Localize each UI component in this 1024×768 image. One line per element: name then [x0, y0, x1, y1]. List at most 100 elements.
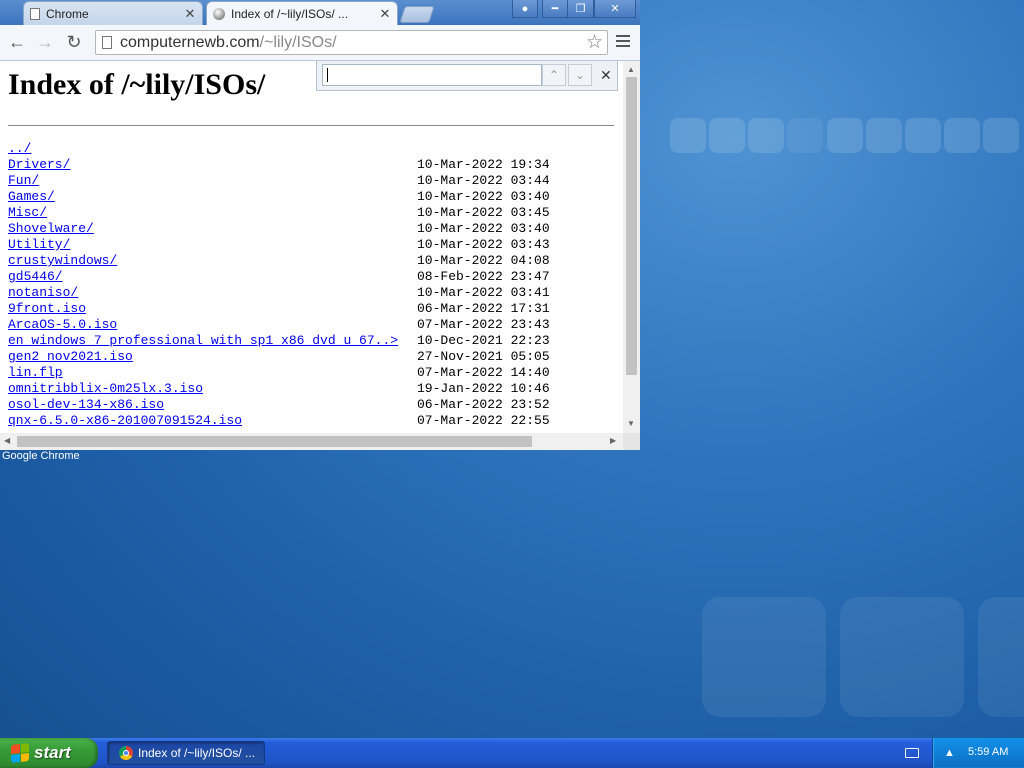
file-link[interactable]: omnitribblix-0m25lx.3.iso — [8, 381, 203, 397]
clock: 5:59 AM — [968, 746, 1009, 758]
page-icon — [30, 7, 40, 20]
file-date: 10-Mar-2022 03:40 — [417, 221, 550, 236]
file-link[interactable]: Drivers/ — [8, 157, 70, 173]
text-caret — [327, 68, 328, 82]
close-window-button[interactable]: ✕ — [594, 0, 636, 18]
file-link[interactable]: lin.flp — [8, 365, 63, 381]
tab-index[interactable]: Index of /~lily/ISOs/ ... ✕ — [206, 1, 398, 25]
forward-icon: → — [36, 32, 54, 52]
file-date: 10-Mar-2022 19:34 — [417, 157, 550, 172]
url-text: computernewb.com/~lily/ISOs/ — [120, 34, 337, 52]
back-icon: ← — [8, 32, 26, 52]
keyboard-icon[interactable] — [905, 748, 919, 758]
profile-button[interactable]: ● — [512, 0, 538, 18]
divider — [8, 125, 614, 126]
close-icon: ✕ — [610, 3, 620, 15]
find-bar: ⌃ ⌄ ✕ — [316, 61, 618, 91]
page-icon — [102, 36, 112, 49]
file-link[interactable]: 9front.iso — [8, 301, 86, 317]
file-date: 10-Dec-2021 22:23 — [417, 333, 550, 348]
file-link[interactable]: gd5446/ — [8, 269, 63, 285]
file-date: 06-Mar-2022 17:31 — [417, 301, 550, 316]
taskbar-item-label: Index of /~lily/ISOs/ ... — [138, 746, 256, 760]
page-title: Index of /~lily/ISOs/ — [8, 68, 266, 101]
file-link[interactable]: en_windows_7_professional_with_sp1_x86_d… — [8, 333, 398, 349]
tab-chrome[interactable]: Chrome ✕ — [23, 1, 203, 25]
taskbar-item-chrome[interactable]: Index of /~lily/ISOs/ ... — [107, 741, 265, 765]
file-date: 19-Jan-2022 10:46 — [417, 381, 550, 396]
find-previous-button[interactable]: ⌃ — [542, 64, 566, 86]
file-link[interactable]: crustywindows/ — [8, 253, 117, 269]
file-date: 10-Mar-2022 03:45 — [417, 205, 550, 220]
close-find-icon[interactable]: ✕ — [600, 67, 612, 84]
system-tray: ▲ 5:59 AM — [932, 738, 1024, 768]
window-label: Google Chrome — [2, 450, 80, 462]
reload-button[interactable]: ↻ — [63, 31, 85, 53]
chevron-down-icon: ⌄ — [574, 68, 586, 82]
file-date: 07-Mar-2022 23:43 — [417, 317, 550, 332]
file-date: 10-Mar-2022 03:44 — [417, 173, 550, 188]
close-tab-icon[interactable]: ✕ — [184, 6, 196, 22]
file-link[interactable]: osol-dev-134-x86.iso — [8, 397, 164, 413]
file-date: 07-Mar-2022 14:40 — [417, 365, 550, 380]
horizontal-scroll-thumb[interactable] — [17, 436, 532, 447]
scroll-up-icon[interactable]: ▲ — [627, 65, 635, 74]
taskbar: start Index of /~lily/ISOs/ ... ▲ 5:59 A… — [0, 738, 1024, 768]
file-date: 06-Mar-2022 23:52 — [417, 397, 550, 412]
globe-icon — [213, 7, 225, 20]
minimize-icon: ━ — [551, 3, 559, 15]
find-input[interactable] — [322, 64, 542, 86]
file-link[interactable]: notaniso/ — [8, 285, 78, 301]
file-link[interactable]: Fun/ — [8, 173, 39, 189]
user-icon: ● — [521, 2, 529, 15]
address-bar[interactable]: computernewb.com/~lily/ISOs/ ☆ — [95, 30, 608, 55]
find-next-button[interactable]: ⌄ — [568, 64, 592, 86]
url-host: computernewb.com — [120, 34, 260, 51]
network-icon[interactable]: ▲ — [944, 747, 956, 759]
file-date: 10-Mar-2022 03:43 — [417, 237, 550, 252]
toolbar: ← → ↻ computernewb.com/~lily/ISOs/ ☆ — [0, 25, 640, 61]
file-link[interactable]: ../ — [8, 141, 31, 157]
file-date: 07-Mar-2022 22:55 — [417, 413, 550, 428]
url-path: /~lily/ISOs/ — [259, 34, 337, 51]
file-link[interactable]: Games/ — [8, 189, 55, 205]
chrome-window: Chrome ✕ Index of /~lily/ISOs/ ... ✕ ● ━… — [0, 0, 640, 450]
page-content: Index of /~lily/ISOs/ ../Drivers/10-Mar-… — [0, 61, 623, 433]
scroll-down-icon[interactable]: ▼ — [627, 419, 635, 428]
vertical-scrollbar[interactable]: ▲ ▼ — [623, 61, 640, 433]
horizontal-scrollbar[interactable]: ◀ ▶ — [0, 433, 623, 450]
reload-icon: ↻ — [66, 32, 82, 52]
forward-button[interactable]: → — [34, 31, 56, 53]
menu-icon[interactable] — [616, 35, 630, 50]
maximize-button[interactable]: ❐ — [567, 0, 594, 18]
start-button[interactable]: start — [0, 738, 98, 768]
start-label: start — [34, 743, 71, 762]
vertical-scroll-thumb[interactable] — [626, 77, 637, 375]
tab-title: Chrome — [46, 6, 89, 21]
minimize-button[interactable]: ━ — [542, 0, 568, 18]
close-tab-icon[interactable]: ✕ — [379, 6, 391, 22]
file-date: 10-Mar-2022 04:08 — [417, 253, 550, 268]
file-link[interactable]: Utility/ — [8, 237, 70, 253]
chevron-up-icon: ⌃ — [548, 68, 560, 82]
back-button[interactable]: ← — [6, 31, 28, 53]
tab-strip: Chrome ✕ Index of /~lily/ISOs/ ... ✕ ● ━… — [0, 0, 640, 25]
windows-logo-icon — [11, 743, 29, 763]
file-link[interactable]: gen2_nov2021.iso — [8, 349, 133, 365]
file-date: 27-Nov-2021 05:05 — [417, 349, 550, 364]
file-date: 08-Feb-2022 23:47 — [417, 269, 550, 284]
scrollbar-corner — [623, 433, 640, 450]
file-date: 10-Mar-2022 03:41 — [417, 285, 550, 300]
file-link[interactable]: Shovelware/ — [8, 221, 94, 237]
file-date: 10-Mar-2022 03:40 — [417, 189, 550, 204]
chrome-icon — [119, 746, 133, 760]
file-link[interactable]: ArcaOS-5.0.iso — [8, 317, 117, 333]
scroll-left-icon[interactable]: ◀ — [4, 436, 10, 445]
new-tab-button[interactable] — [399, 6, 435, 23]
restore-icon: ❐ — [575, 3, 586, 15]
file-link[interactable]: Misc/ — [8, 205, 47, 221]
star-icon[interactable]: ☆ — [586, 31, 603, 54]
tab-title: Index of /~lily/ISOs/ ... — [231, 6, 349, 21]
file-link[interactable]: qnx-6.5.0-x86-201007091524.iso — [8, 413, 242, 429]
scroll-right-icon[interactable]: ▶ — [610, 436, 616, 445]
